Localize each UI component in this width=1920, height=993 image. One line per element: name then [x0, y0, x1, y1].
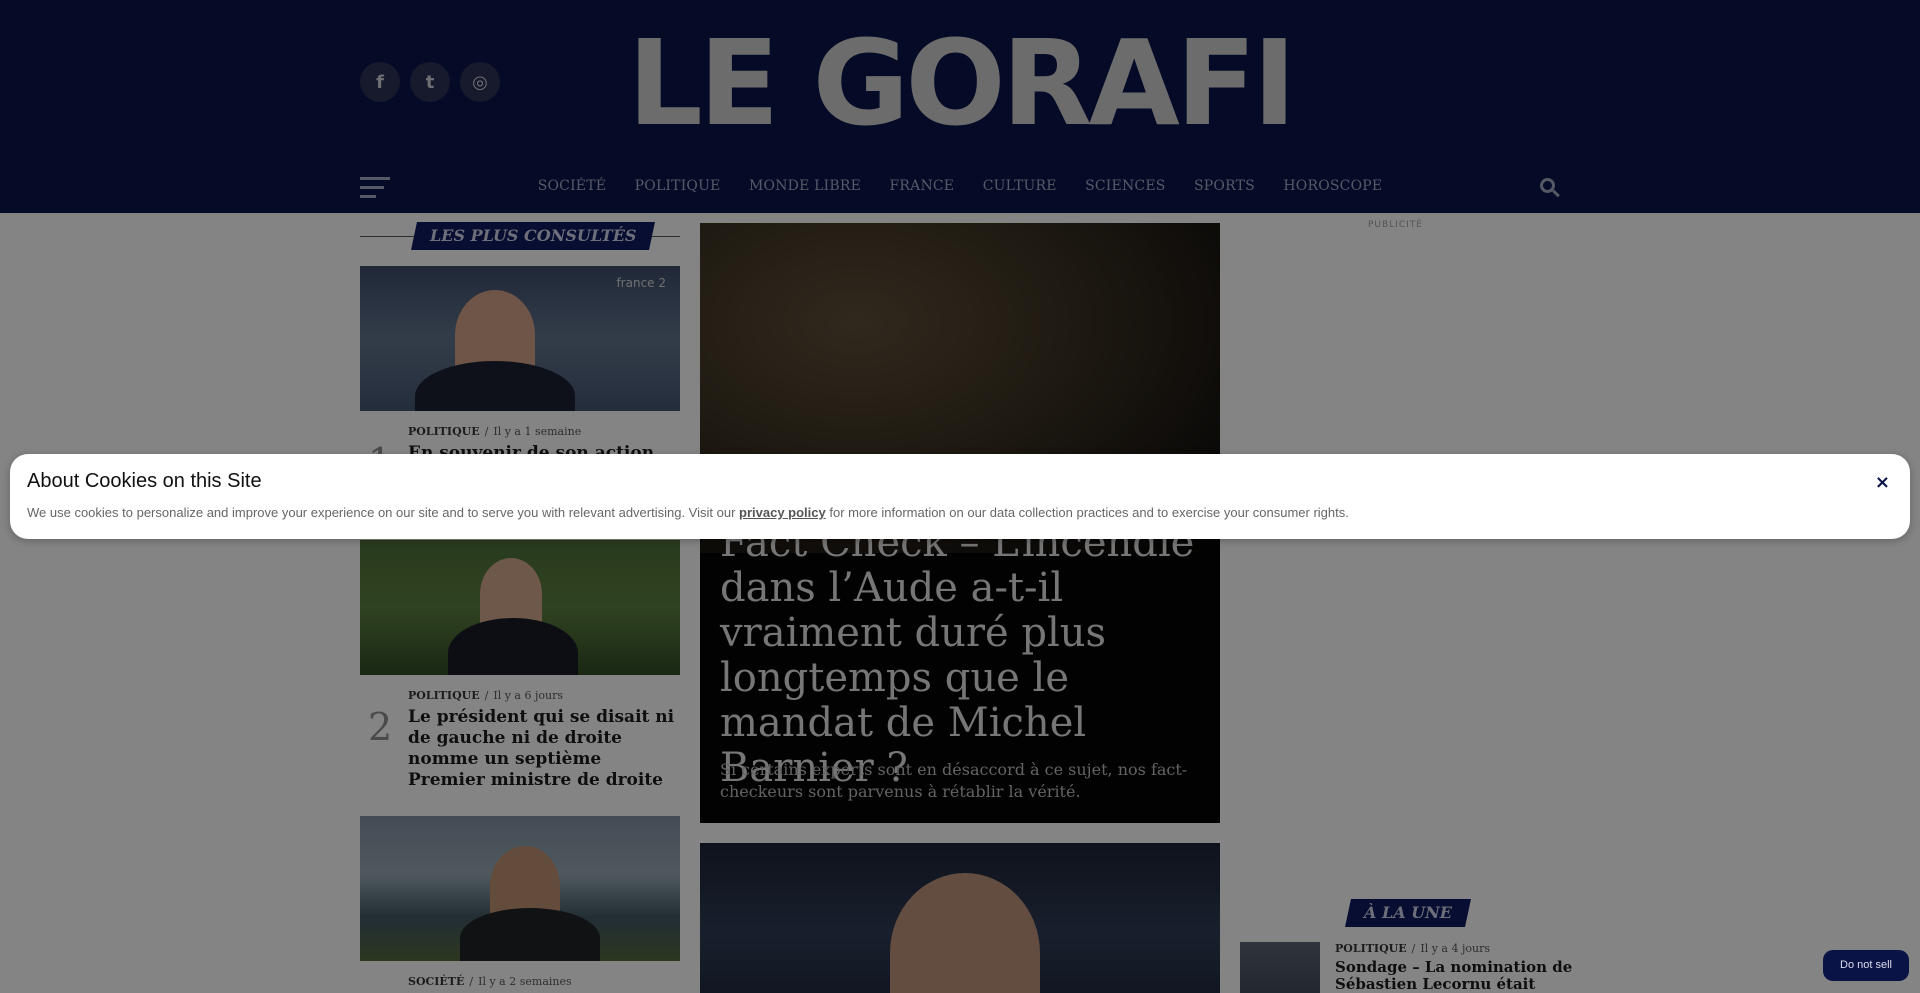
- privacy-policy-link[interactable]: privacy policy: [739, 505, 826, 520]
- do-not-sell-button[interactable]: Do not sell: [1823, 950, 1909, 981]
- cookie-banner: About Cookies on this Site We use cookie…: [10, 454, 1910, 539]
- cookie-text: We use cookies to personalize and improv…: [27, 505, 1349, 520]
- close-icon[interactable]: ×: [1875, 472, 1890, 493]
- cookie-title: About Cookies on this Site: [27, 470, 262, 492]
